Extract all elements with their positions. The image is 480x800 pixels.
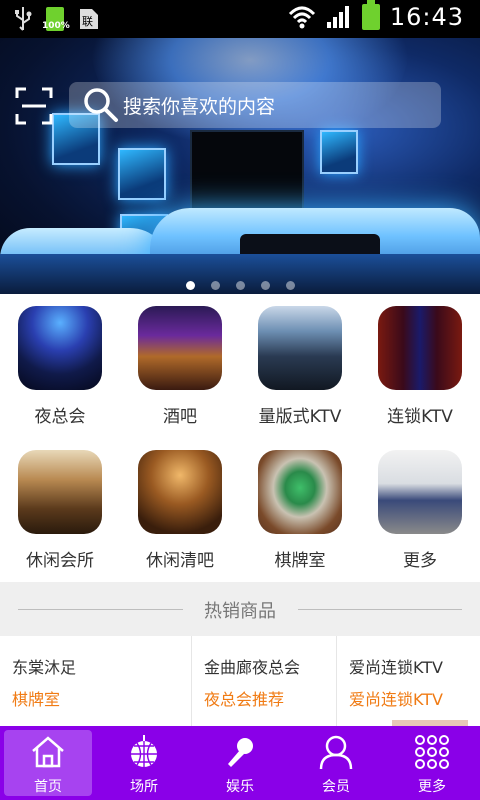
banner-pagination <box>0 281 480 290</box>
category-club[interactable]: 休闲会所 <box>0 438 120 582</box>
tab-label: 娱乐 <box>226 779 254 795</box>
category-label: 休闲清吧 <box>146 551 214 571</box>
section-title: 热销商品 <box>204 601 276 622</box>
hot-item[interactable]: 金曲廊夜总会 夜总会推荐 <box>192 636 336 726</box>
bottom-tab-bar: 首页 场所 娱乐 会员 更多 <box>0 726 480 800</box>
category-nightclub[interactable]: 夜总会 <box>0 294 120 438</box>
category-mahjong[interactable]: 棋牌室 <box>240 438 360 582</box>
tab-label: 更多 <box>418 779 446 795</box>
banner-dot[interactable] <box>260 281 270 290</box>
category-bar[interactable]: 酒吧 <box>120 294 240 438</box>
user-icon <box>319 735 353 770</box>
banner-dot[interactable] <box>185 281 195 290</box>
category-label: 夜总会 <box>34 407 86 427</box>
category-label: 酒吧 <box>163 407 197 427</box>
chain-ktv-image <box>378 306 462 390</box>
category-chain-ktv[interactable]: 连锁KTV <box>360 294 480 438</box>
club-image <box>18 450 102 534</box>
grid-icon <box>415 735 449 769</box>
battery-percent: 100% <box>42 21 70 31</box>
battery-small-icon: 100% <box>42 7 70 31</box>
promo-banner[interactable] <box>0 38 480 294</box>
banner-dot[interactable] <box>235 281 245 290</box>
hot-item-tag: 棋牌室 <box>12 690 61 709</box>
category-label: 量版式KTV <box>258 407 342 427</box>
meeting-room-image <box>378 450 462 534</box>
category-label: 棋牌室 <box>274 551 326 571</box>
search-placeholder: 搜索你喜欢的内容 <box>123 95 276 118</box>
hot-item[interactable]: 爱尚连锁KTV 爱尚连锁KTV <box>337 636 480 726</box>
battery-icon <box>361 0 380 30</box>
tab-venues[interactable]: 场所 <box>96 726 192 800</box>
category-ktv[interactable]: 量版式KTV <box>240 294 360 438</box>
hot-item-name: 爱尚连锁KTV <box>349 658 443 677</box>
home-icon <box>32 736 64 768</box>
search-bar[interactable]: 搜索你喜欢的内容 <box>69 82 441 128</box>
hot-item-tag: 爱尚连锁KTV <box>349 690 443 709</box>
scan-icon[interactable] <box>14 86 54 126</box>
category-lounge[interactable]: 休闲清吧 <box>120 438 240 582</box>
tab-home[interactable]: 首页 <box>0 726 96 800</box>
lounge-image <box>138 450 222 534</box>
usb-icon <box>15 7 32 31</box>
tab-label: 会员 <box>322 779 350 795</box>
mahjong-image <box>258 450 342 534</box>
category-label: 连锁KTV <box>387 407 453 427</box>
microphone-icon <box>228 738 253 767</box>
sim-icon: 联 <box>80 9 98 29</box>
tab-member[interactable]: 会员 <box>288 726 384 800</box>
tab-more[interactable]: 更多 <box>384 726 480 800</box>
banner-dot[interactable] <box>210 281 220 290</box>
nightclub-image <box>18 306 102 390</box>
search-icon <box>84 88 118 122</box>
disco-ball-icon <box>131 735 157 767</box>
hot-item-name: 金曲廊夜总会 <box>204 658 301 677</box>
hot-section-header: 热销商品 <box>0 582 480 636</box>
category-label: 更多 <box>403 551 437 571</box>
ktv-image <box>258 306 342 390</box>
category-label: 休闲会所 <box>26 551 94 571</box>
category-grid: 夜总会 酒吧 量版式KTV 连锁KTV 休闲会所 休闲清吧 棋牌室 更多 <box>0 294 480 582</box>
svg-text:联: 联 <box>82 15 93 28</box>
tab-entertainment[interactable]: 娱乐 <box>192 726 288 800</box>
hot-list: 东棠沐足 棋牌室 金曲廊夜总会 夜总会推荐 爱尚连锁KTV 爱尚连锁KTV <box>0 636 480 726</box>
banner-dot[interactable] <box>285 281 295 290</box>
bar-image <box>138 306 222 390</box>
hot-item[interactable]: 东棠沐足 棋牌室 <box>0 636 191 726</box>
category-more[interactable]: 更多 <box>360 438 480 582</box>
status-bar: 100% 联 16:43 <box>0 0 480 38</box>
hot-item-name: 东棠沐足 <box>12 658 77 677</box>
hot-item-tag: 夜总会推荐 <box>204 690 285 709</box>
tab-label: 首页 <box>34 779 62 795</box>
clock: 16:43 <box>389 3 464 31</box>
signal-icon <box>326 6 349 28</box>
wifi-icon <box>288 6 315 29</box>
tab-label: 场所 <box>130 779 158 795</box>
